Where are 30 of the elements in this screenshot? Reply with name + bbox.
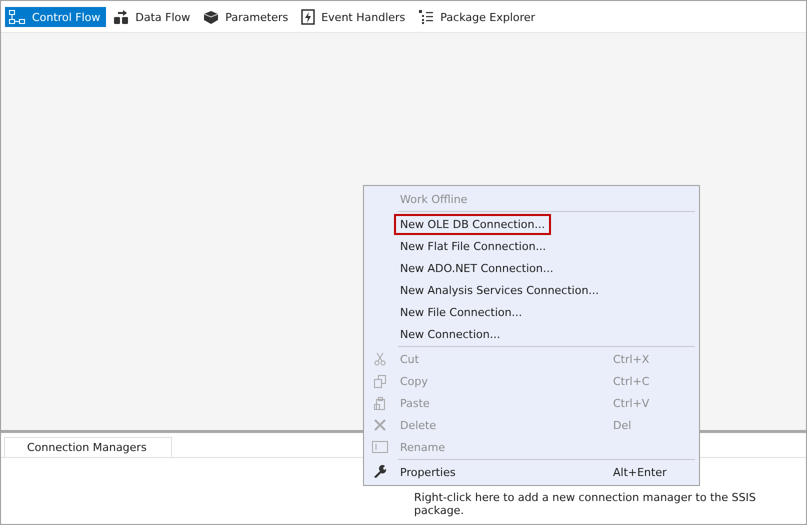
tab[interactable]: Package Explorer bbox=[415, 7, 542, 27]
menu-item[interactable]: New Connection... bbox=[364, 323, 699, 345]
wrench-icon bbox=[373, 465, 387, 479]
shortcut-text: Del bbox=[613, 418, 632, 432]
menu-item[interactable]: Properties Alt+Enter bbox=[364, 461, 699, 483]
close-icon bbox=[373, 418, 387, 432]
menu-item[interactable]: New Analysis Services Connection... bbox=[364, 279, 699, 301]
tree-list-icon bbox=[418, 9, 434, 25]
clipboard-icon bbox=[373, 396, 387, 410]
hint-text: Right-click here to add a new connection manager to the SSIS package. bbox=[414, 491, 757, 517]
cylinders-icon bbox=[113, 9, 130, 25]
shortcut-text: Ctrl+V bbox=[613, 396, 650, 410]
box-icon bbox=[203, 9, 220, 25]
shortcut-text: Alt+Enter bbox=[613, 466, 668, 478]
menu-item[interactable]: New ADO.NET Connection... bbox=[364, 257, 699, 279]
menu-item[interactable]: New File Connection... bbox=[364, 301, 699, 323]
menu-item[interactable]: New Flat File Connection... bbox=[364, 235, 699, 257]
connection-managers-tab[interactable]: Connection Managers bbox=[4, 437, 172, 457]
shortcut-text: Ctrl+C bbox=[613, 374, 650, 388]
shortcut-text: Ctrl+X bbox=[613, 352, 650, 366]
rename-icon bbox=[372, 441, 388, 453]
tab[interactable]: Event Handlers bbox=[298, 7, 412, 27]
tab[interactable]: Control Flow bbox=[5, 7, 106, 27]
menu-item[interactable]: New OLE DB Connection... bbox=[364, 213, 699, 235]
flowchart-icon bbox=[8, 9, 26, 25]
lightning-icon bbox=[301, 9, 316, 25]
tab[interactable]: Data Flow bbox=[110, 7, 196, 27]
tab[interactable]: Parameters bbox=[200, 7, 294, 27]
copy-icon bbox=[373, 374, 387, 388]
scissors-icon bbox=[373, 352, 387, 366]
